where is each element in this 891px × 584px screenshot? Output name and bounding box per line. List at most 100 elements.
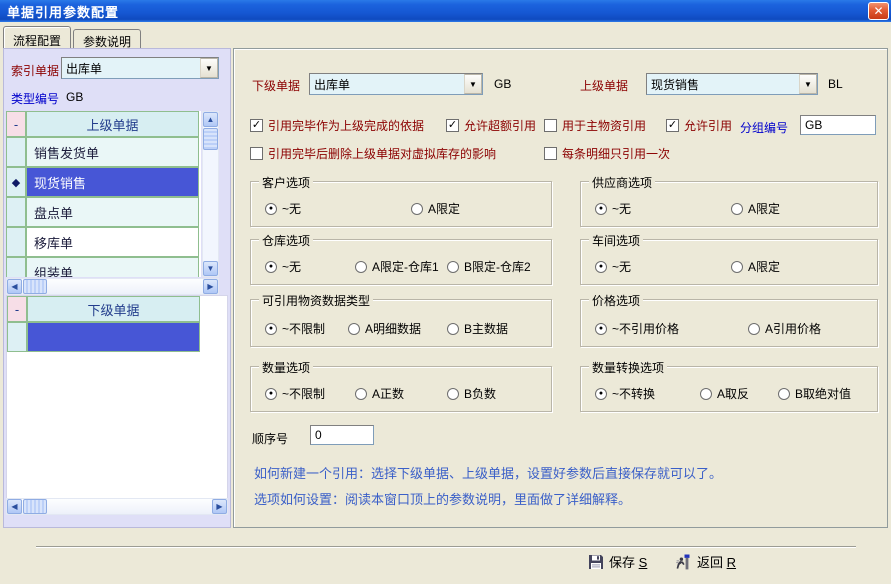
checkbox-icon: ✓ [446,119,459,132]
lower-grid-horizontal-scrollbar[interactable]: ◀ ▶ [6,498,228,515]
group-title: 供应商选项 [589,174,655,191]
close-icon[interactable]: ✕ [868,2,889,20]
radio-limit-a[interactable]: A限定 [731,200,780,217]
upper-doc-label: 上级单据 [580,77,628,94]
checkbox-detail-reference-once[interactable]: 每条明细只引用一次 [544,145,670,161]
scroll-left-icon[interactable]: ◀ [7,279,22,294]
radio-positive[interactable]: A正数 [355,385,404,402]
table-row[interactable]: 销售发货单 [6,137,201,167]
grid-corner-cell: - [6,111,26,137]
row-label: 移库单 [26,227,199,257]
radio-icon: ● [595,323,607,335]
row-marker-selected: ◆ [6,167,26,197]
scroll-right-icon[interactable]: ▶ [203,279,218,294]
checkbox-allow-over-reference[interactable]: ✓ 允许超额引用 [446,117,536,133]
save-button[interactable]: 保存 S [588,552,647,571]
scroll-left-icon[interactable]: ◀ [7,499,22,514]
radio-warehouse-2[interactable]: B限定-仓库2 [447,258,531,275]
index-doc-value: 出库单 [62,60,200,77]
radio-icon [411,203,423,215]
horizontal-scroll-thumb[interactable] [23,279,47,294]
lower-grid-header: 下级单据 [27,296,200,322]
checkbox-main-material-reference[interactable]: 用于主物资引用 [544,117,646,133]
row-marker [7,322,27,352]
index-doc-combobox[interactable]: 出库单 ▼ [61,57,219,79]
upper-doc-code: BL [828,77,843,91]
table-row[interactable]: 移库单 [6,227,201,257]
table-row[interactable]: ◆ 现货销售 [6,167,201,197]
radio-icon: ● [595,203,607,215]
radio-no-convert[interactable]: ● ~不转换 [595,385,655,402]
lower-doc-grid: - 下级单据 [6,295,228,515]
checkbox-delete-virtual-stock-effect[interactable]: 引用完毕后删除上级单据对虚拟库存的影响 [250,145,496,161]
group-title: 价格选项 [589,292,643,309]
upper-doc-value: 现货销售 [647,76,799,93]
help-line-2: 选项如何设置：阅读本窗口顶上的参数说明，里面做了详细解释。 [254,489,631,508]
radio-unrestricted[interactable]: ● ~不限制 [265,385,325,402]
workshop-options-group: 车间选项 ● ~无 A限定 [580,239,878,285]
radio-limit-a[interactable]: A限定 [731,258,780,275]
radio-detail-data[interactable]: A明细数据 [348,320,421,337]
type-code-value: GB [66,90,83,104]
row-label: 盘点单 [26,197,199,227]
lower-doc-value: 出库单 [310,76,464,93]
save-label: 保存 S [609,552,647,571]
row-label: 现货销售 [26,167,199,197]
row-marker [6,197,26,227]
upper-grid-header: 上级单据 [26,111,199,137]
upper-grid-vertical-scrollbar[interactable]: ▲ ▼ [202,111,219,277]
radio-icon [447,388,459,400]
radio-warehouse-1[interactable]: A限定-仓库1 [355,258,439,275]
table-row[interactable]: 盘点单 [6,197,201,227]
checkbox-reference-complete-basis[interactable]: ✓ 引用完毕作为上级完成的依据 [250,117,424,133]
upper-doc-grid: - 上级单据 销售发货单 ◆ 现货销售 盘点单 移库单 组装单 [6,111,201,277]
radio-negate[interactable]: A取反 [700,385,749,402]
table-row[interactable]: 组装单 [6,257,201,277]
chevron-down-icon[interactable]: ▼ [200,58,218,78]
checkbox-allow-reference[interactable]: ✓ 允许引用 [666,117,732,133]
back-button[interactable]: 返回 R [676,552,736,571]
radio-none[interactable]: ● ~无 [595,200,631,217]
radio-unrestricted[interactable]: ● ~不限制 [265,320,325,337]
titlebar: 单据引用参数配置 ✕ [0,0,891,22]
chevron-down-icon[interactable]: ▼ [799,74,817,94]
radio-absolute[interactable]: B取绝对值 [778,385,851,402]
customer-options-group: 客户选项 ● ~无 A限定 [250,181,552,227]
grid-corner-cell: - [7,296,27,322]
row-marker [6,227,26,257]
radio-use-price[interactable]: A引用价格 [748,320,821,337]
warehouse-options-group: 仓库选项 ● ~无 A限定-仓库1 B限定-仓库2 [250,239,552,285]
radio-master-data[interactable]: B主数据 [447,320,508,337]
table-row[interactable] [7,322,227,352]
scroll-up-icon[interactable]: ▲ [203,112,218,127]
back-label: 返回 R [697,552,736,571]
radio-none[interactable]: ● ~无 [265,258,301,275]
sequence-input[interactable]: 0 [310,425,374,445]
lower-doc-combobox[interactable]: 出库单 ▼ [309,73,483,95]
scroll-right-icon[interactable]: ▶ [212,499,227,514]
radio-limit-a[interactable]: A限定 [411,200,460,217]
row-label [27,322,200,352]
quantity-options-group: 数量选项 ● ~不限制 A正数 B负数 [250,366,552,412]
help-line-1: 如何新建一个引用：选择下级单据、上级单据，设置好参数后直接保存就可以了。 [254,463,722,482]
radio-negative[interactable]: B负数 [447,385,496,402]
upper-grid-horizontal-scrollbar[interactable]: ◀ ▶ [6,278,219,295]
scroll-down-icon[interactable]: ▼ [203,261,218,276]
radio-none[interactable]: ● ~无 [595,258,631,275]
supplier-options-group: 供应商选项 ● ~无 A限定 [580,181,878,227]
row-marker [6,137,26,167]
radio-no-price[interactable]: ● ~不引用价格 [595,320,679,337]
horizontal-scroll-thumb[interactable] [23,499,47,514]
upper-doc-combobox[interactable]: 现货销售 ▼ [646,73,818,95]
tab-parameter-help[interactable]: 参数说明 [73,29,141,48]
group-code-input[interactable]: GB [800,115,876,135]
row-marker [6,257,26,277]
chevron-down-icon[interactable]: ▼ [464,74,482,94]
price-options-group: 价格选项 ● ~不引用价格 A引用价格 [580,299,878,347]
vertical-scroll-thumb[interactable] [203,128,218,150]
lower-doc-code: GB [494,77,511,91]
radio-icon [778,388,790,400]
checkbox-icon [544,147,557,160]
radio-none[interactable]: ● ~无 [265,200,301,217]
tab-process-config[interactable]: 流程配置 [3,26,71,48]
